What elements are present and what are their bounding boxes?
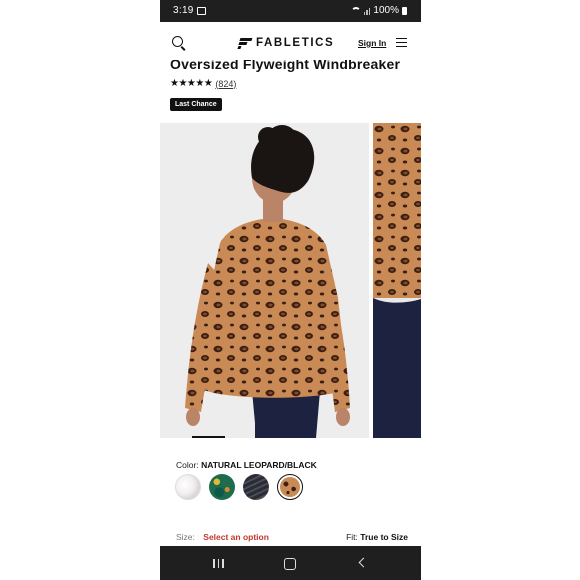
site-header: FABLETICS Sign In (160, 22, 421, 64)
sign-in-link[interactable]: Sign In (358, 38, 386, 48)
product-rating[interactable]: ★★★★★ (824) (170, 78, 236, 89)
last-chance-badge: Last Chance (170, 98, 222, 111)
recents-icon[interactable] (213, 559, 224, 568)
swatch-white-marble[interactable] (175, 474, 201, 500)
product-photo-back-view[interactable] (160, 123, 369, 438)
product-photo-next-preview[interactable] (373, 123, 421, 438)
fabletics-logo-icon (237, 37, 253, 49)
swatch-black-stripe[interactable] (243, 474, 269, 500)
brand-name: FABLETICS (256, 37, 335, 49)
selected-color-name: NATURAL LEOPARD/BLACK (201, 460, 317, 470)
brand-logo[interactable]: FABLETICS (237, 37, 335, 49)
wifi-icon (350, 6, 361, 15)
rating-stars: ★★★★★ (170, 78, 213, 89)
fit-label: Fit: (346, 532, 358, 542)
model-illustration (185, 125, 350, 438)
search-icon[interactable] (172, 36, 183, 47)
fit-value: True to Size (360, 532, 408, 542)
next-photo-illustration (373, 123, 421, 438)
carousel-progress-indicator (192, 436, 225, 438)
leopard-swatch-fill (280, 477, 300, 497)
home-icon[interactable] (284, 558, 296, 570)
back-icon[interactable] (358, 557, 369, 568)
battery-icon (402, 6, 407, 15)
fit-info: Fit: True to Size (346, 532, 408, 542)
battery-percent: 100% (373, 5, 399, 16)
phone-screen: 3:19 100% FABLETICS Sign In Oversized Fl… (160, 0, 421, 580)
hamburger-menu-icon[interactable] (396, 38, 407, 48)
status-bar: 3:19 100% (160, 0, 421, 22)
size-label: Size: (176, 532, 195, 542)
swatch-green-floral[interactable] (209, 474, 235, 500)
color-swatches (175, 474, 303, 500)
image-notification-icon (197, 7, 206, 15)
status-indicators: 100% (350, 5, 407, 16)
signal-icon (363, 7, 371, 15)
size-row: Size: Select an option Fit: True to Size (176, 532, 408, 542)
color-label: Color: NATURAL LEOPARD/BLACK (176, 460, 317, 470)
review-count-link[interactable]: (824) (215, 79, 236, 89)
status-time: 3:19 (173, 5, 194, 16)
swatch-natural-leopard-black[interactable] (277, 474, 303, 500)
size-select[interactable]: Select an option (203, 532, 269, 542)
android-nav-bar (160, 546, 421, 580)
color-label-text: Color: (176, 460, 199, 470)
product-image-carousel[interactable] (160, 123, 421, 438)
